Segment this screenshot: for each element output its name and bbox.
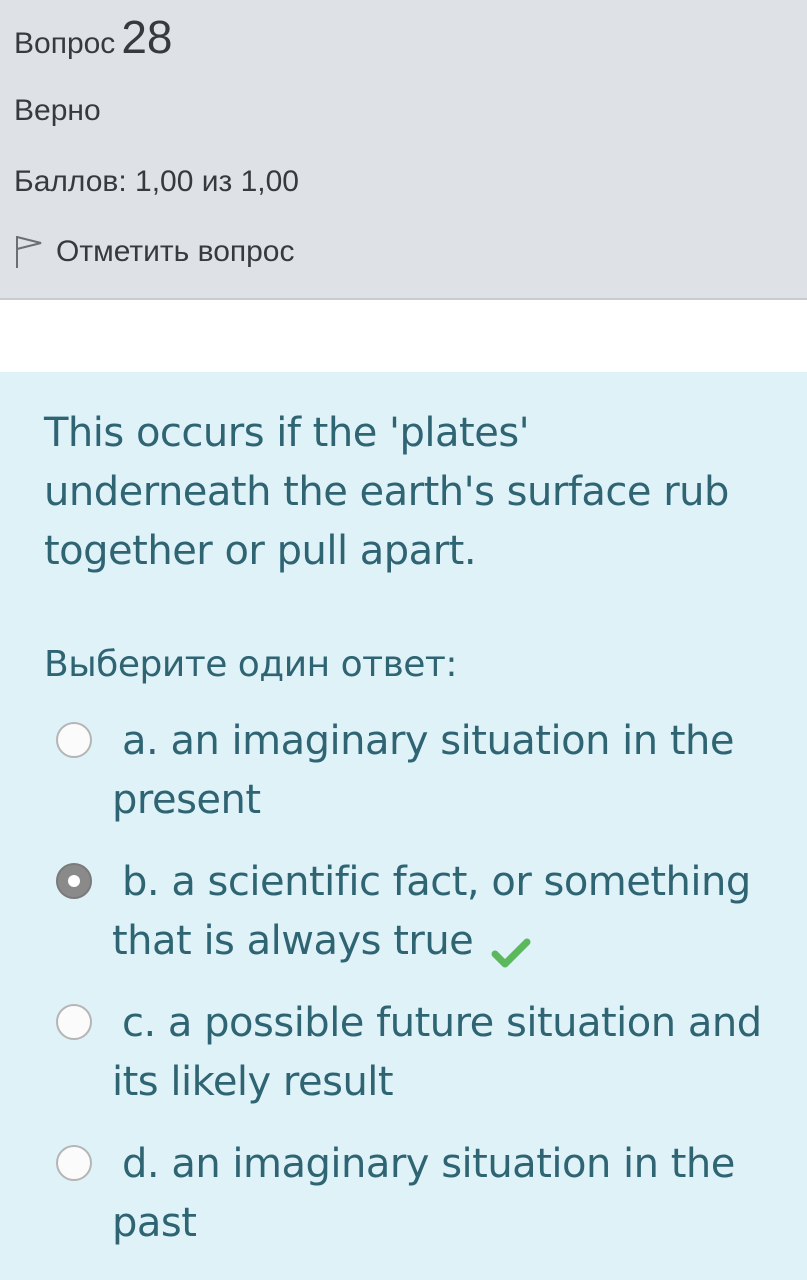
question-text: This occurs if the 'plates' underneath t…: [44, 410, 729, 574]
answer-label-a: a. an imaginary situation in the present: [112, 718, 734, 823]
answer-label-b: b. a scientific fact, or something that …: [56, 853, 762, 971]
answer-prompt: Выберите один ответ:: [44, 644, 458, 685]
flag-icon: [14, 234, 44, 270]
answer-label-c: c. a possible future situation and its l…: [112, 1000, 762, 1105]
question-grade: Баллов: 1,00 из 1,00: [14, 165, 299, 198]
flag-question-link[interactable]: Отметить вопрос: [14, 234, 295, 270]
question-info-panel: Вопрос 28 Верно Баллов: 1,00 из 1,00 Отме…: [0, 0, 807, 300]
question-number: 28: [121, 11, 173, 63]
question-state: Верно: [14, 94, 101, 127]
question-label: Вопрос: [14, 27, 116, 60]
answer-label-b-text: b. a scientific fact, or something that …: [112, 859, 751, 964]
flag-question-label: Отметить вопрос: [56, 235, 295, 268]
correct-check-icon: [481, 927, 531, 968]
question-content-panel: This occurs if the 'plates' underneath t…: [0, 372, 807, 1280]
question-header: Вопрос 28: [14, 14, 172, 60]
answer-label-d: d. an imaginary situation in the past: [112, 1141, 735, 1246]
